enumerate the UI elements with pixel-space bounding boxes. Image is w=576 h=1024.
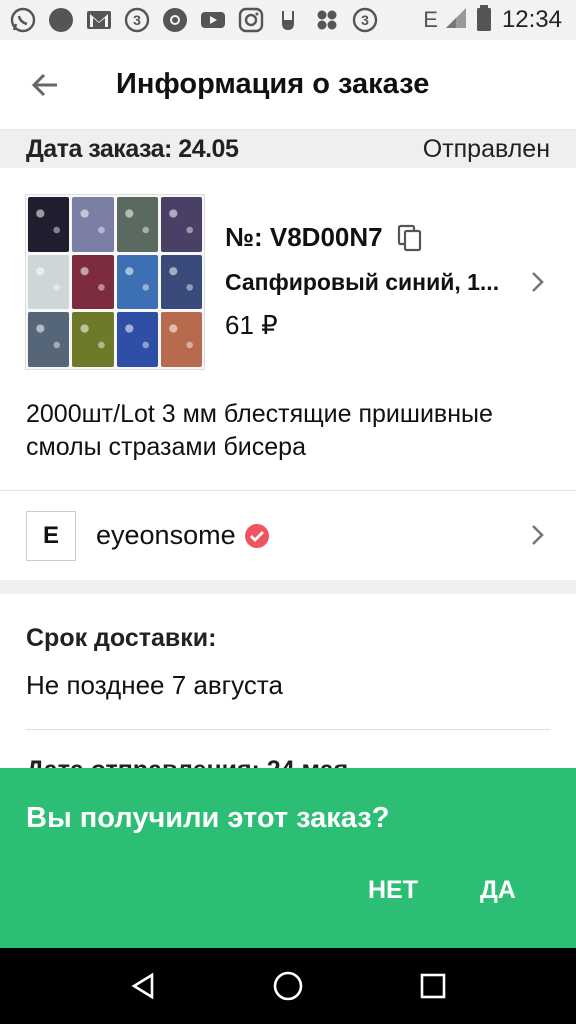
chrome-icon [162,7,188,33]
three-icon: 3 [352,7,378,33]
yes-button[interactable]: ДА [480,876,516,905]
delivery-section: Срок доставки: Не позднее 7 августа Дата… [0,594,576,784]
product-card[interactable]: №: V8D00N7 Сапфировый синий, 1... 61 ₽ 2… [0,168,576,490]
swatch-tile [116,254,158,310]
instagram-icon [238,7,264,33]
status-bar: 3 3 E 12:34 [0,0,576,40]
youtube-icon [200,7,226,33]
whatsapp-icon [10,7,36,33]
product-variant: Сапфировый синий, 1... [225,269,500,295]
rock-hand-icon [276,7,302,33]
three-icon: 3 [124,7,150,33]
confirm-received-panel: Вы получили этот заказ? НЕТ ДА [0,768,576,948]
network-type: E [423,7,438,32]
nav-home-icon[interactable] [263,961,313,1011]
app-bar: Информация о заказе [0,40,576,130]
swatch-tile [72,254,114,310]
swatch-tile [160,254,202,310]
no-button[interactable]: НЕТ [368,876,418,905]
circle-icon [48,7,74,33]
gmail-icon [86,7,112,33]
chevron-right-icon[interactable] [530,523,546,552]
page-title: Информация о заказе [116,68,430,100]
order-number-row: №: V8D00N7 [225,222,545,253]
delivery-label: Срок доставки: [26,624,217,652]
swatch-tile [28,312,70,367]
signal-icon [444,6,468,35]
product-price: 61 ₽ [225,310,278,340]
delivery-value: Не позднее 7 августа [26,670,283,700]
seller-avatar: E [26,510,76,561]
product-image[interactable] [25,194,205,370]
divider [26,729,550,730]
order-number: №: V8D00N7 [225,222,383,252]
chevron-right-icon[interactable] [530,270,546,299]
swatch-tile [116,197,158,252]
swatch-tile [116,312,158,367]
nav-back-icon[interactable] [118,961,168,1011]
arrow-left-icon [31,73,57,96]
back-button[interactable] [0,40,90,130]
product-info: №: V8D00N7 Сапфировый синий, 1... 61 ₽ [225,222,545,341]
order-status: Отправлен [422,134,550,163]
status-right: E 12:34 [423,0,562,40]
system-nav-bar [0,948,576,1024]
swatch-tile [72,197,114,252]
swatch-tile [160,312,202,367]
product-description: 2000шт/Lot 3 мм блестящие пришивные смол… [26,400,493,461]
swatch-tile [28,254,70,310]
svg-text:3: 3 [133,12,141,28]
verified-badge-icon [244,523,270,549]
confirm-question: Вы получили этот заказ? [26,802,390,834]
order-date: Дата заказа: 24.05 [26,134,239,163]
copy-icon[interactable] [397,224,423,252]
seller-row[interactable]: E eyeonsome [0,490,576,580]
order-date-row: Дата заказа: 24.05 Отправлен [0,130,576,168]
dots-icon [314,7,340,33]
seller-name: eyeonsome [96,520,236,550]
swatch-tile [28,197,70,252]
swatch-tile [160,197,202,252]
section-divider [0,580,576,594]
nav-recents-icon[interactable] [408,961,458,1011]
battery-icon [476,4,492,36]
svg-text:3: 3 [361,12,369,28]
swatch-tile [72,312,114,367]
clock: 12:34 [501,6,562,33]
